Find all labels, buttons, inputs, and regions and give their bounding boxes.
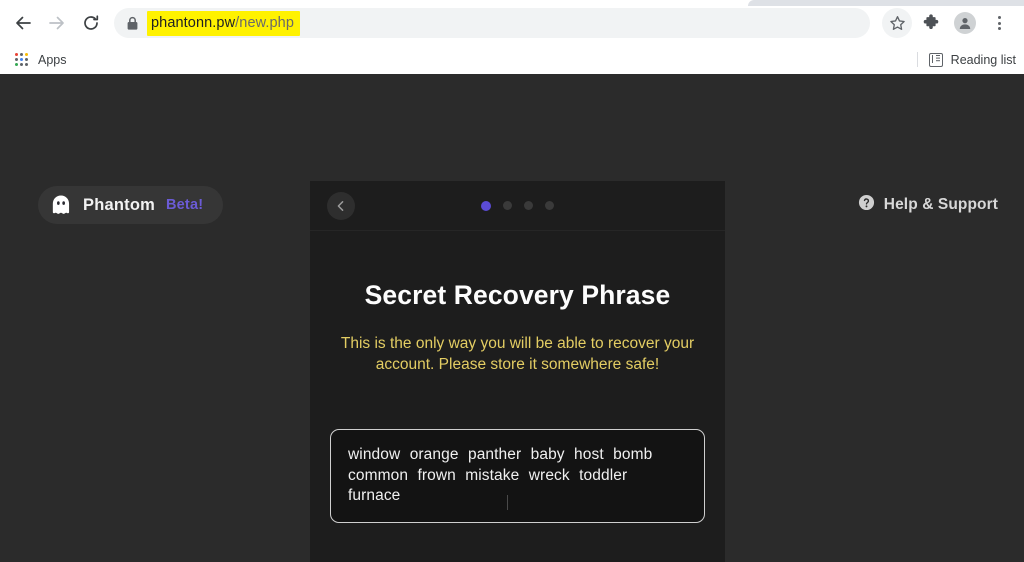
help-support-label: Help & Support: [883, 196, 998, 213]
avatar: [954, 12, 976, 34]
modal-body: Secret Recovery Phrase This is the only …: [310, 231, 725, 562]
back-button[interactable]: [6, 6, 40, 40]
apps-label: Apps: [38, 52, 67, 67]
apps-grid-icon: [14, 52, 29, 67]
text-cursor: [507, 495, 508, 511]
onboarding-modal: Secret Recovery Phrase This is the only …: [310, 181, 725, 562]
warning-text: This is the only way you will be able to…: [340, 335, 695, 374]
modal-header: [310, 181, 725, 231]
page-title: Secret Recovery Phrase: [364, 280, 671, 310]
help-support-link[interactable]: Help & Support: [858, 194, 998, 216]
help-circle-icon: [858, 194, 875, 216]
step-dot-4: [545, 201, 554, 210]
profile-avatar-icon[interactable]: [950, 8, 980, 38]
reload-button[interactable]: [74, 6, 108, 40]
three-dot-icon: [997, 16, 1001, 30]
brand-beta-label: Beta!: [165, 197, 204, 213]
browser-toolbar: phantonn.pw /new.php: [0, 0, 1024, 46]
recovery-phrase-box[interactable]: window orange panther baby host bomb com…: [330, 429, 705, 524]
step-dot-2: [503, 201, 512, 210]
step-dot-3: [524, 201, 533, 210]
url-domain: phantonn.pw: [151, 15, 236, 31]
ghost-icon: [50, 194, 72, 216]
address-bar[interactable]: phantonn.pw /new.php: [114, 8, 870, 38]
forward-button[interactable]: [40, 6, 74, 40]
lock-icon[interactable]: [126, 16, 139, 31]
phantom-brand-badge[interactable]: Phantom Beta!: [38, 186, 224, 224]
page-content: Phantom Beta! Help & Support Secret Reco…: [0, 74, 1024, 562]
extensions-puzzle-icon[interactable]: [916, 8, 946, 38]
brand-name: Phantom: [83, 195, 155, 214]
url-text[interactable]: phantonn.pw /new.php: [147, 11, 301, 36]
reading-list-button[interactable]: Reading list: [916, 46, 1016, 73]
bookmarks-bar: Apps Reading list: [0, 46, 1024, 74]
recovery-phrase-words: window orange panther baby host bomb com…: [348, 446, 653, 505]
step-dot-1: [481, 200, 491, 211]
url-path: /new.php: [235, 15, 295, 31]
browser-chrome: phantonn.pw /new.php Apps Reading list: [0, 0, 1024, 74]
bookmark-star-icon[interactable]: [882, 8, 912, 38]
chrome-menu-icon[interactable]: [984, 8, 1014, 38]
reading-list-icon: [928, 52, 943, 67]
apps-shortcut[interactable]: Apps: [8, 52, 73, 67]
tab-strip-stub: [748, 0, 1024, 6]
reading-list-label: Reading list: [950, 52, 1016, 67]
toolbar-divider: [916, 52, 918, 67]
step-indicator: [310, 181, 725, 230]
